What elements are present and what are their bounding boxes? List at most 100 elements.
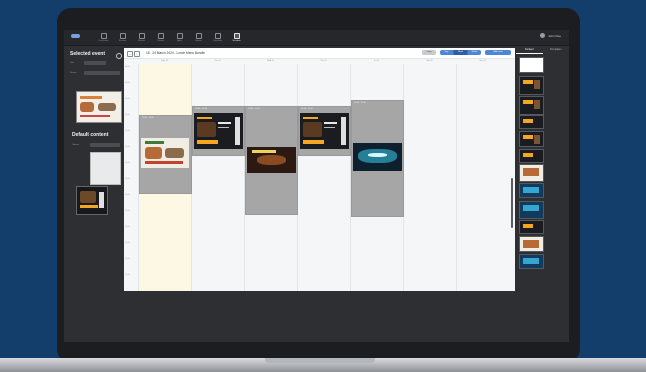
nav-item-apps[interactable]: Apps: [170, 31, 189, 44]
time-label: 12:00: [125, 130, 131, 132]
event-time: 10:30 - 12:00: [301, 108, 313, 110]
thumb-price-tag: [523, 224, 533, 228]
nav-item-content[interactable]: Content: [151, 31, 170, 44]
thumb-side-strip: [235, 117, 241, 145]
thumb-price-tag: [196, 139, 219, 144]
thumb-dish: [523, 168, 539, 176]
calendar-event[interactable]: 10:30 - 12:00: [298, 106, 351, 156]
avatar: [540, 33, 546, 38]
time-label: 18:00: [125, 226, 131, 228]
library-item[interactable]: [519, 220, 544, 234]
thumb-side-strip: [341, 117, 347, 145]
library-item[interactable]: [519, 57, 544, 73]
field-label: Title: [70, 62, 74, 64]
nav-item-schedule[interactable]: Schedule: [227, 31, 246, 44]
calendar-event[interactable]: 10:00 - 15:30: [351, 100, 404, 217]
thumb-burger: [256, 154, 287, 166]
event-thumbnail: [194, 113, 243, 149]
default-content-select[interactable]: [90, 143, 120, 147]
event-thumbnail: [353, 143, 402, 171]
time-label: 20:00: [125, 258, 131, 260]
library-item[interactable]: [519, 115, 544, 129]
prev-week-button[interactable]: ‹: [127, 51, 133, 57]
time-label: 14:00: [125, 162, 131, 164]
selected-content-thumbnail[interactable]: [76, 91, 122, 123]
library-item[interactable]: [519, 131, 544, 147]
calendar-event[interactable]: 10:30 - 12:00: [245, 106, 298, 215]
day-column[interactable]: [456, 64, 509, 291]
library-item[interactable]: [519, 96, 544, 115]
nav-label: Screens: [118, 40, 127, 42]
event-time: 10:30 - 12:00: [248, 108, 260, 110]
today-button[interactable]: Today: [422, 50, 436, 55]
thumb-header: [196, 116, 212, 120]
thumb-burger: [534, 80, 540, 89]
library-item[interactable]: [519, 201, 544, 219]
day-column[interactable]: [191, 64, 244, 291]
app-logo[interactable]: [71, 34, 80, 38]
nav-label: Templates: [212, 40, 223, 42]
time-label: 10:00: [125, 98, 131, 100]
nav-label: Reports: [194, 40, 202, 42]
image-icon: [157, 33, 164, 39]
thumb-text: [251, 150, 277, 154]
next-week-button[interactable]: ›: [134, 51, 140, 57]
library-item[interactable]: [519, 254, 544, 269]
thumb-burger: [534, 100, 540, 109]
time-label: 11:00: [125, 114, 130, 116]
thumb-header: [302, 116, 318, 120]
calendar-scrollbar[interactable]: [511, 178, 513, 228]
thumb-price-tag: [523, 80, 533, 84]
calendar-event[interactable]: 10:30 - 16:30: [192, 106, 245, 156]
view-month-button[interactable]: Month: [468, 50, 481, 55]
default-content-preview[interactable]: [90, 152, 121, 185]
tab-templates[interactable]: Templates: [543, 46, 570, 54]
default-content-title: Default content: [72, 132, 109, 138]
home-icon: [100, 33, 107, 39]
time-column: 08:00 09:00 10:00 11:00 12:00 13:00 14:0…: [124, 64, 138, 291]
nav-item-reports[interactable]: Reports: [189, 31, 208, 44]
add-event-button[interactable]: Add event: [485, 50, 511, 55]
nav-label: Schedule: [232, 40, 241, 42]
calendar-toolbar: ‹ › 18 - 24 March 2024 - Lunch Menu Bund…: [124, 48, 515, 59]
thumb-footer: [144, 161, 184, 164]
selected-event-panel: Selected event Title Screen Default cont…: [64, 46, 123, 342]
tab-content[interactable]: Content: [516, 46, 543, 54]
nav-item-playlists[interactable]: Playlists: [132, 31, 151, 44]
nav-item-screens[interactable]: Screens: [113, 31, 132, 44]
monitor-icon: [119, 33, 126, 39]
layout-icon: [214, 33, 221, 39]
thumb-dish: [98, 103, 116, 111]
library-item[interactable]: [519, 164, 544, 182]
thumb-burger: [302, 122, 322, 137]
nav-item-dashboard[interactable]: Dashboard: [94, 31, 113, 44]
view-day-button[interactable]: Day: [440, 50, 454, 55]
thumb-dish: [165, 147, 185, 159]
nav-item-templates[interactable]: Templates: [208, 31, 227, 44]
library-item[interactable]: [519, 183, 544, 198]
nav-label: Dashboard: [98, 40, 109, 42]
calendar-event[interactable]: 11:00 - 13:00: [139, 115, 192, 194]
list-icon: [138, 33, 145, 39]
day-column[interactable]: [297, 64, 350, 291]
gear-icon[interactable]: [116, 53, 122, 59]
nav-label: Playlists: [137, 40, 146, 42]
thumb-text: [323, 126, 336, 129]
thumb-side-strip: [99, 192, 104, 208]
library-item[interactable]: [519, 149, 544, 163]
event-title-input[interactable]: [84, 61, 106, 65]
thumb-price-tag: [523, 100, 533, 104]
time-label: 21:00: [125, 274, 131, 276]
default-content-thumbnail[interactable]: [76, 186, 108, 215]
thumb-price-tag: [523, 119, 533, 123]
time-label: 16:00: [125, 194, 131, 196]
account-menu[interactable]: John Doe: [540, 33, 561, 38]
field-label: Content: [72, 144, 80, 146]
library-item[interactable]: [519, 236, 544, 252]
day-column[interactable]: [403, 64, 456, 291]
screen-select[interactable]: [84, 71, 120, 75]
thumb-price-tag: [302, 139, 325, 144]
view-week-button[interactable]: Week: [454, 50, 468, 55]
library-item[interactable]: [519, 76, 544, 95]
thumb-dish: [144, 147, 162, 159]
